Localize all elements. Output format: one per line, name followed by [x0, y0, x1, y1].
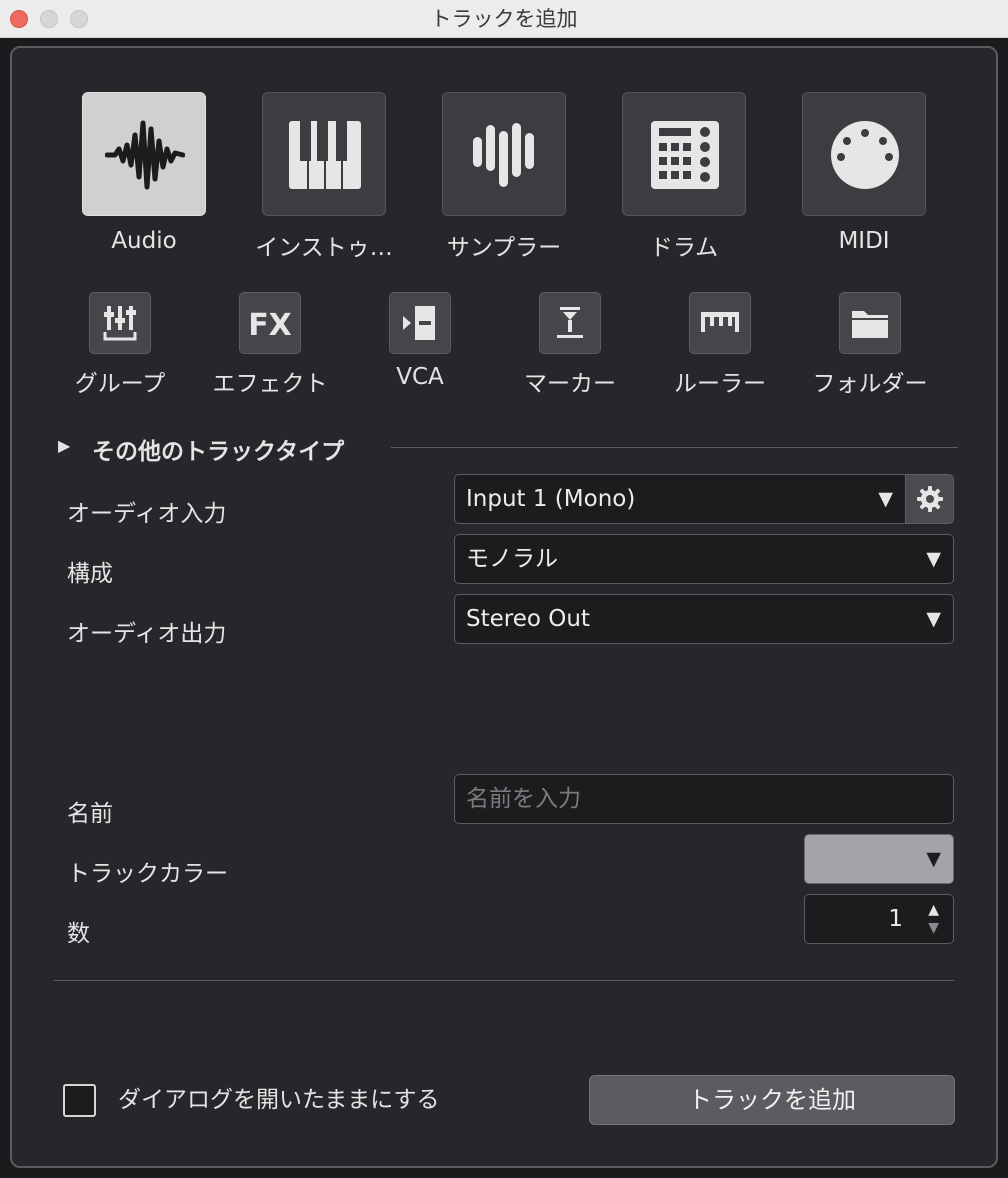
track-type-group-tile[interactable] — [89, 292, 151, 354]
audio-input-label: オーディオ入力 — [67, 501, 227, 527]
name-input[interactable] — [454, 774, 954, 824]
svg-text:FX: FX — [249, 308, 291, 343]
audio-output-select[interactable]: Stereo Out ▼ — [454, 594, 954, 644]
track-type-label: ルーラー — [674, 371, 766, 397]
track-type-ruler-tile[interactable] — [689, 292, 751, 354]
waveform-icon — [105, 120, 185, 190]
footer-divider — [54, 980, 954, 981]
track-type-vca-tile[interactable] — [389, 292, 451, 354]
track-type-label: グループ — [74, 371, 166, 397]
track-type-label: マーカー — [524, 371, 616, 397]
configuration-value: モノラル — [466, 546, 558, 572]
marker-icon — [557, 307, 583, 338]
count-value: 1 — [888, 906, 903, 932]
track-type-sampler[interactable]: サンプラー — [384, 92, 566, 262]
track-type-effect[interactable]: FX エフェクト — [195, 292, 345, 402]
audio-output-label: オーディオ出力 — [67, 621, 227, 647]
drum-pad-icon — [651, 121, 719, 189]
audio-input-settings-button[interactable] — [905, 474, 954, 524]
window-title: トラックを追加 — [430, 7, 578, 31]
disclosure-triangle-icon: ▶ — [58, 436, 71, 455]
dropdown-arrow-icon: ▼ — [878, 488, 893, 510]
dialog-window: Audio インストゥ… サンプラー ドラム MIDI グループ FX エフェク… — [0, 38, 1008, 1178]
track-type-marker[interactable]: マーカー — [495, 292, 645, 402]
keep-dialog-open-checkbox[interactable] — [63, 1084, 96, 1117]
audio-input-select[interactable]: Input 1 (Mono) ▼ — [454, 474, 906, 524]
folder-icon — [852, 311, 888, 338]
track-color-label: トラックカラー — [67, 861, 228, 887]
track-type-marker-tile[interactable] — [539, 292, 601, 354]
add-track-button[interactable]: トラックを追加 — [589, 1075, 955, 1125]
configuration-label: 構成 — [67, 561, 113, 587]
count-stepper[interactable]: 1 ▲ ▼ — [804, 894, 954, 944]
track-type-sampler-tile[interactable] — [442, 92, 566, 216]
fx-icon: FX — [249, 308, 291, 343]
track-type-group[interactable]: グループ — [45, 292, 195, 402]
track-color-select[interactable]: ▼ — [804, 834, 954, 884]
track-type-audio[interactable]: Audio — [24, 92, 206, 262]
midi-connector-icon — [831, 121, 899, 189]
track-type-effect-tile[interactable]: FX — [239, 292, 301, 354]
dropdown-arrow-icon: ▼ — [926, 548, 941, 570]
gear-icon — [917, 486, 943, 512]
section-divider — [391, 447, 958, 448]
add-track-panel: Audio インストゥ… サンプラー ドラム MIDI グループ FX エフェク… — [10, 46, 998, 1168]
track-type-audio-tile[interactable] — [82, 92, 206, 216]
track-type-midi-tile[interactable] — [802, 92, 926, 216]
count-label: 数 — [67, 921, 90, 947]
track-type-instrument-tile[interactable] — [262, 92, 386, 216]
track-type-label: MIDI — [838, 228, 890, 254]
track-type-midi[interactable]: MIDI — [744, 92, 926, 262]
track-type-instrument[interactable]: インストゥ… — [204, 92, 393, 262]
piano-keys-icon — [289, 121, 361, 189]
vca-icon — [403, 306, 435, 340]
keep-dialog-open-label[interactable]: ダイアログを開いたままにする — [118, 1084, 440, 1117]
name-label: 名前 — [67, 801, 113, 827]
track-type-drum[interactable]: ドラム — [564, 92, 746, 262]
dropdown-arrow-icon: ▼ — [926, 608, 941, 630]
configuration-select[interactable]: モノラル ▼ — [454, 534, 954, 584]
other-track-types-label: その他のトラックタイプ — [92, 439, 345, 465]
increment-arrow-icon[interactable]: ▲ — [928, 902, 939, 918]
audio-input-value: Input 1 (Mono) — [466, 486, 636, 512]
ruler-icon — [701, 312, 739, 332]
dropdown-arrow-icon: ▼ — [926, 848, 941, 870]
group-faders-icon — [103, 306, 137, 341]
title-bar: トラックを追加 — [0, 0, 1008, 38]
track-type-folder[interactable]: フォルダー — [795, 292, 945, 402]
decrement-arrow-icon[interactable]: ▼ — [928, 920, 939, 936]
audio-output-value: Stereo Out — [466, 606, 590, 632]
sampler-bars-icon — [473, 123, 534, 187]
track-type-label: エフェクト — [212, 371, 328, 397]
other-track-types-toggle[interactable]: ▶ その他のトラックタイプ — [58, 432, 958, 465]
track-type-drum-tile[interactable] — [622, 92, 746, 216]
track-type-ruler[interactable]: ルーラー — [645, 292, 795, 402]
track-type-vca[interactable]: VCA — [345, 292, 495, 402]
track-type-label: フォルダー — [812, 371, 928, 397]
track-type-folder-tile[interactable] — [839, 292, 901, 354]
track-type-label: VCA — [396, 364, 444, 390]
